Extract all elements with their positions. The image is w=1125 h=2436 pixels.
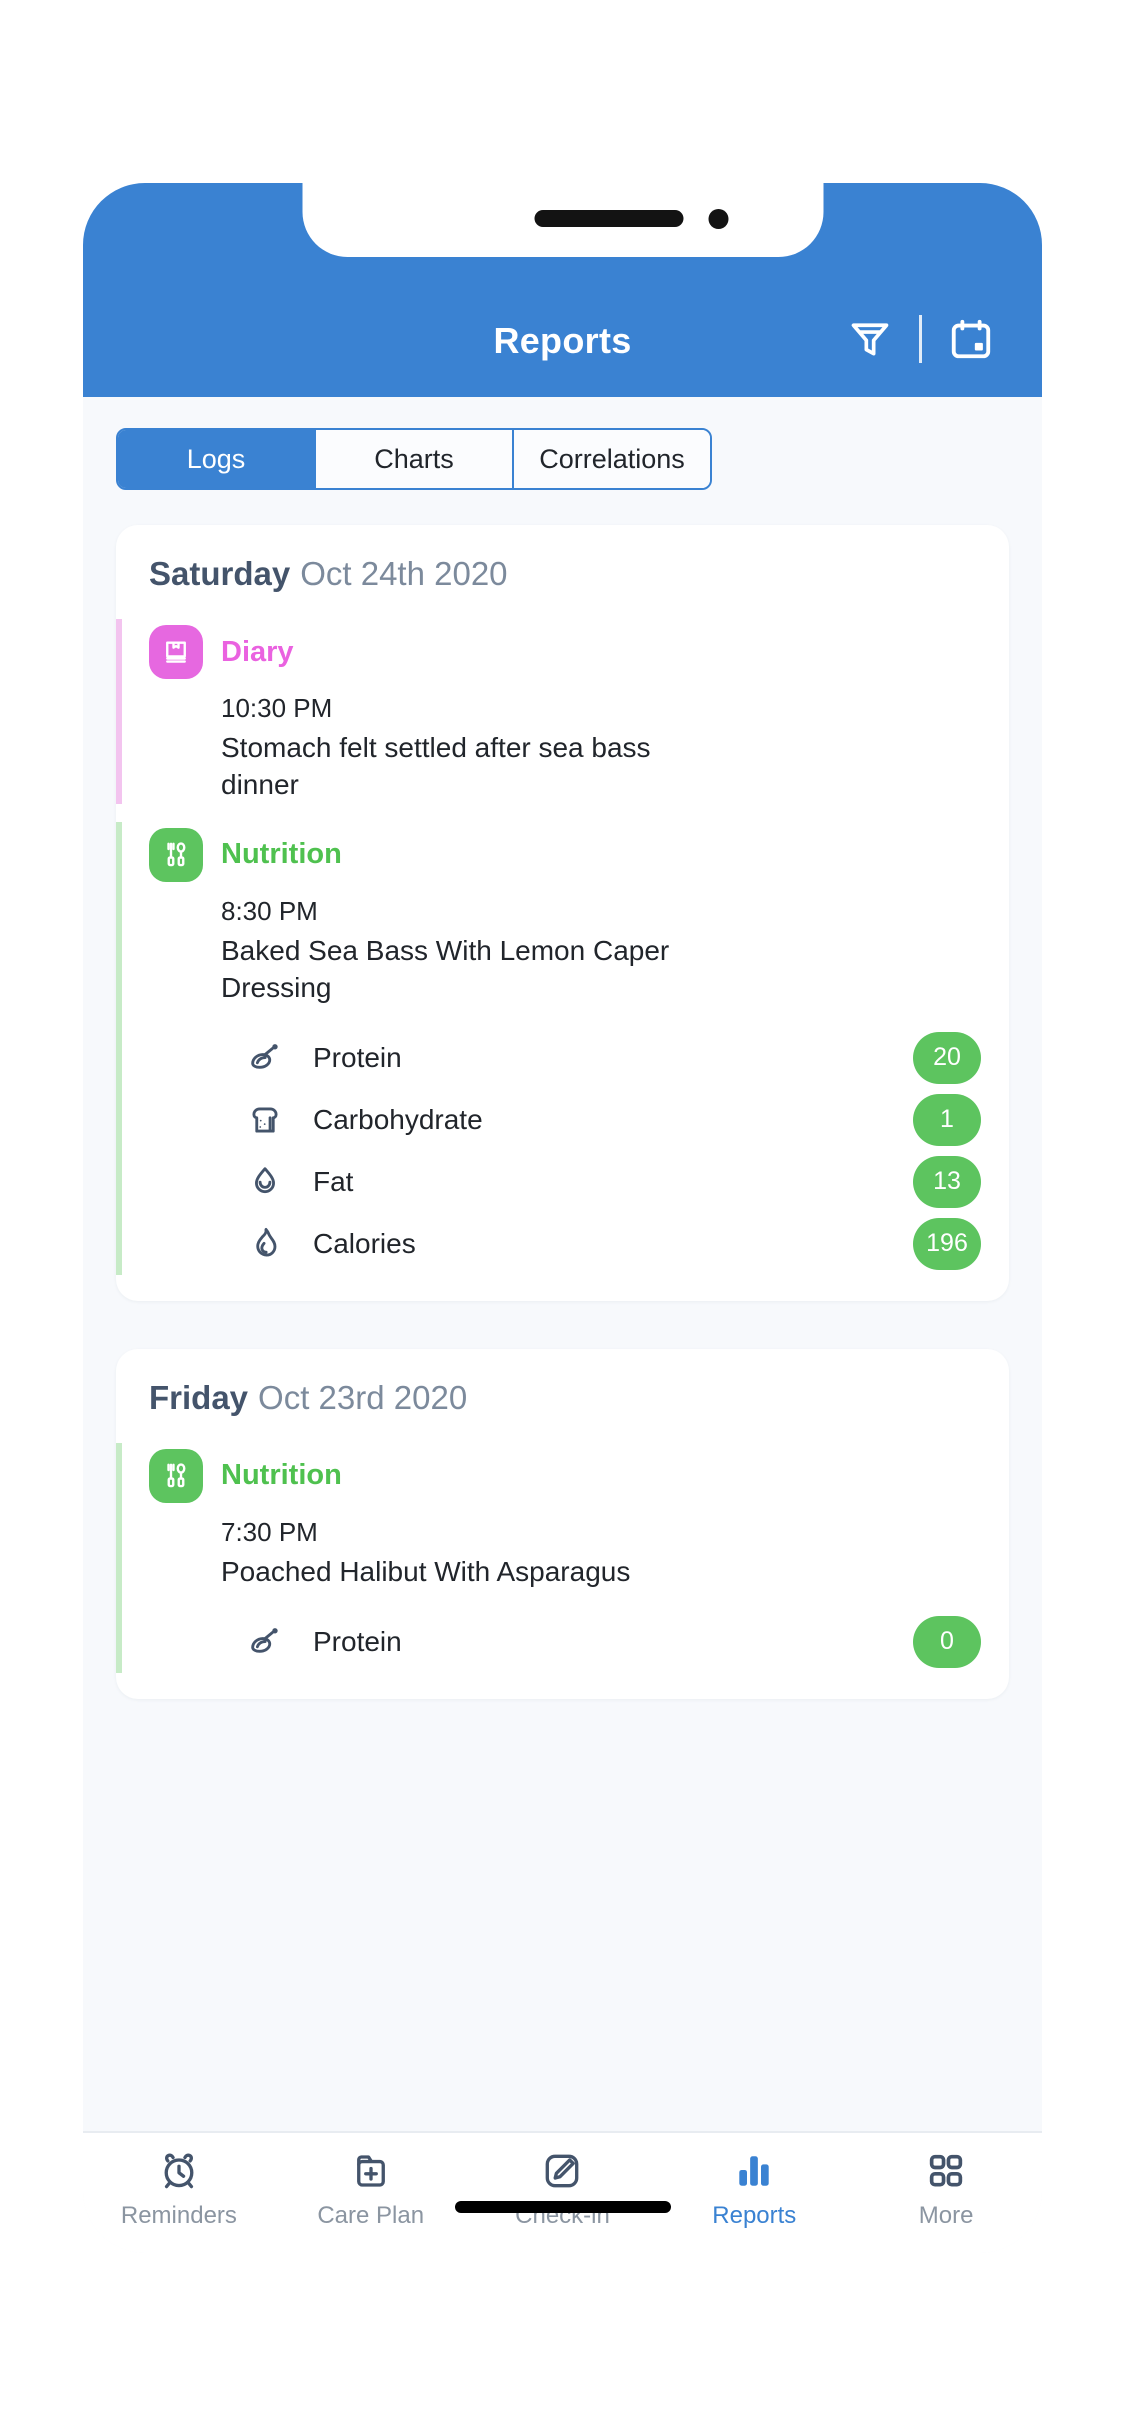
nutrient-list: Protein 0 bbox=[221, 1611, 1009, 1673]
calendar-icon[interactable] bbox=[938, 311, 1004, 367]
entry-header: Diary bbox=[149, 619, 1009, 679]
tab-logs[interactable]: Logs bbox=[118, 430, 316, 488]
speaker-grille bbox=[534, 210, 683, 227]
nutrient-value: 20 bbox=[913, 1031, 981, 1084]
entry-rail bbox=[116, 821, 122, 1275]
nav-label: Reminders bbox=[120, 2202, 237, 2229]
entry-body: 8:30 PM Baked Sea Bass With Lemon Caper … bbox=[149, 882, 1009, 1275]
pencil-square-icon bbox=[541, 2147, 583, 2195]
meat-icon bbox=[239, 1039, 291, 1077]
entry-time: 7:30 PM bbox=[221, 1516, 318, 1547]
day-name: Saturday bbox=[149, 555, 291, 592]
nutrient-value: 196 bbox=[913, 1217, 981, 1270]
nav-label: Reports bbox=[712, 2202, 797, 2229]
day-card-header: Friday Oct 23rd 2020 bbox=[116, 1379, 1009, 1417]
nutrient-row: Protein 0 bbox=[221, 1611, 1009, 1673]
log-entry[interactable]: Nutrition 7:30 PM Poached Halibut With A… bbox=[116, 1442, 1009, 1673]
nutrient-row: Fat 13 bbox=[221, 1151, 1009, 1213]
entry-header: Nutrition bbox=[149, 822, 1009, 882]
cutlery-icon bbox=[149, 1448, 203, 1503]
nutrient-value: 0 bbox=[913, 1615, 981, 1668]
entry-category: Nutrition bbox=[221, 1459, 342, 1492]
phone-frame: Reports Logs Charts Correlations Saturda… bbox=[83, 183, 1042, 2253]
device-notch bbox=[302, 183, 823, 257]
tab-correlations[interactable]: Correlations bbox=[514, 430, 710, 488]
entry-rail bbox=[116, 619, 122, 804]
nutrient-label: Carbohydrate bbox=[313, 1103, 483, 1135]
bar-chart-icon bbox=[733, 2147, 775, 2195]
tab-charts[interactable]: Charts bbox=[316, 430, 514, 488]
nutrient-row: Protein 20 bbox=[221, 1027, 1009, 1089]
entry-text: Poached Halibut With Asparagus bbox=[221, 1555, 631, 1587]
nutrient-list: Protein 20 Carbohydrate 1 Fat 13 Calorie… bbox=[221, 1027, 1009, 1275]
nav-item-reminders[interactable]: Reminders bbox=[83, 2147, 275, 2230]
header-divider bbox=[919, 315, 922, 363]
entry-header: Nutrition bbox=[149, 1443, 1009, 1503]
nutrient-label: Calories bbox=[313, 1227, 416, 1259]
meat-icon bbox=[239, 1623, 291, 1661]
nutrient-label: Protein bbox=[313, 1041, 402, 1073]
day-date: Oct 23rd 2020 bbox=[258, 1378, 468, 1416]
nutrient-label: Fat bbox=[313, 1165, 354, 1197]
entry-time: 8:30 PM bbox=[221, 895, 318, 926]
nutrient-label: Protein bbox=[313, 1625, 402, 1657]
folder-plus-icon bbox=[350, 2147, 392, 2195]
entry-rail bbox=[116, 1442, 122, 1673]
entry-time: 10:30 PM bbox=[221, 693, 333, 723]
entry-category: Diary bbox=[221, 635, 294, 668]
home-indicator bbox=[454, 2201, 671, 2213]
entry-text: Stomach felt settled after sea bass dinn… bbox=[221, 732, 651, 800]
bottom-navigation[interactable]: Reminders Care Plan Check-in Reports Mor… bbox=[83, 2131, 1042, 2253]
app-header: Reports bbox=[83, 183, 1042, 397]
day-date: Oct 24th 2020 bbox=[300, 555, 508, 592]
log-entry[interactable]: Nutrition 8:30 PM Baked Sea Bass With Le… bbox=[116, 821, 1009, 1275]
nav-item-reports[interactable]: Reports bbox=[658, 2147, 850, 2230]
log-entry[interactable]: Diary 10:30 PM Stomach felt settled afte… bbox=[116, 619, 1009, 804]
flame-icon bbox=[239, 1225, 291, 1263]
cutlery-icon bbox=[149, 827, 203, 882]
entry-text: Baked Sea Bass With Lemon Caper Dressing bbox=[221, 934, 670, 1003]
grid-icon bbox=[925, 2147, 967, 2195]
log-list[interactable]: Saturday Oct 24th 2020 Diary 10:30 PM St… bbox=[83, 503, 1042, 2131]
entry-category: Nutrition bbox=[221, 838, 342, 871]
day-card: Friday Oct 23rd 2020 Nutrition 7:30 PM P… bbox=[116, 1348, 1009, 1699]
nutrient-value: 13 bbox=[913, 1155, 981, 1208]
front-camera bbox=[708, 209, 728, 229]
filter-icon[interactable] bbox=[837, 311, 903, 367]
nutrient-row: Calories 196 bbox=[221, 1213, 1009, 1275]
day-name: Friday bbox=[149, 1378, 249, 1416]
nutrient-row: Carbohydrate 1 bbox=[221, 1089, 1009, 1151]
alarm-clock-icon bbox=[158, 2147, 200, 2195]
journal-icon bbox=[149, 625, 203, 679]
nav-item-more[interactable]: More bbox=[850, 2147, 1042, 2230]
entry-body: 7:30 PM Poached Halibut With Asparagus P… bbox=[149, 1503, 1009, 1673]
drop-icon bbox=[239, 1163, 291, 1201]
nav-label: Care Plan bbox=[317, 2202, 425, 2229]
nav-item-care-plan[interactable]: Care Plan bbox=[275, 2147, 467, 2230]
bread-icon bbox=[239, 1101, 291, 1139]
nutrient-value: 1 bbox=[913, 1093, 981, 1146]
nav-item-check-in[interactable]: Check-in bbox=[467, 2147, 659, 2230]
day-card-header: Saturday Oct 24th 2020 bbox=[116, 555, 1009, 593]
entry-body: 10:30 PM Stomach felt settled after sea … bbox=[149, 679, 1009, 804]
report-tabs[interactable]: Logs Charts Correlations bbox=[116, 428, 712, 490]
header-actions bbox=[837, 311, 1004, 367]
nav-label: More bbox=[918, 2202, 974, 2229]
day-card: Saturday Oct 24th 2020 Diary 10:30 PM St… bbox=[116, 525, 1009, 1301]
